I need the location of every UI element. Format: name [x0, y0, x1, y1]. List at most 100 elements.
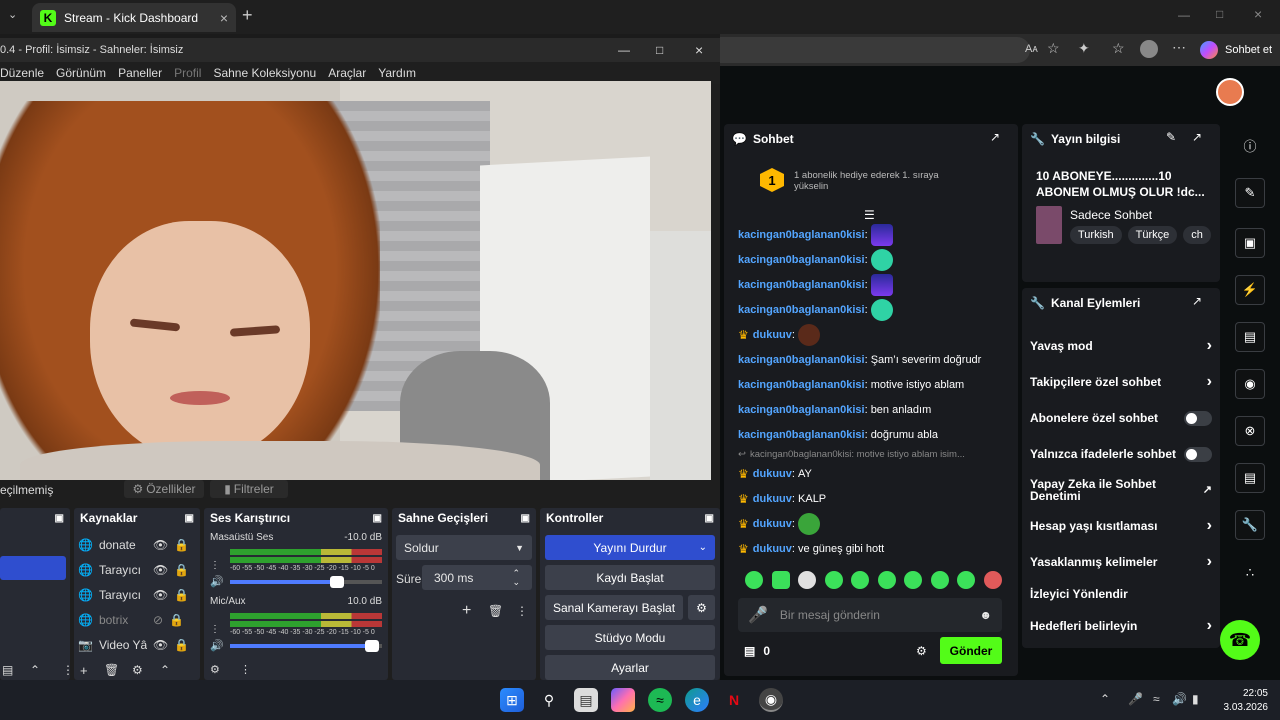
visibility-eye-icon[interactable]: 👁 — [153, 563, 168, 577]
close-window-icon[interactable]: × — [695, 42, 703, 58]
channel-points[interactable]: ▤ 0 — [744, 644, 770, 658]
menu-help[interactable]: Yardım — [378, 66, 416, 80]
popout-icon[interactable]: ↗ — [1192, 294, 1202, 308]
stop-stream-button[interactable]: Yayını Durdur ⌄ — [545, 535, 715, 560]
chat-username[interactable]: kacingan0baglanan0kisi — [738, 379, 865, 391]
add-source-icon[interactable]: + — [80, 663, 88, 678]
move-up-icon[interactable]: ⌃ — [30, 663, 40, 677]
more-menu-icon[interactable]: ⋮ — [210, 624, 220, 635]
mic-icon[interactable]: 🎤 — [748, 605, 768, 625]
broadcast-icon[interactable]: ⊗ — [1235, 416, 1265, 446]
favorite-star-icon[interactable]: ☆ — [1047, 40, 1060, 57]
add-transition-icon[interactable]: + — [462, 602, 471, 620]
chat-username[interactable]: kacingan0baglanan0kisi — [738, 429, 865, 441]
spotify-icon[interactable]: ≈ — [648, 688, 672, 712]
scene-list-icon[interactable]: ▤ — [2, 663, 13, 677]
emote-icon[interactable] — [745, 571, 763, 589]
action-followers-only[interactable]: Takipçilere özel sohbet › — [1022, 364, 1220, 400]
minimize-icon[interactable]: — — [1178, 8, 1190, 22]
send-button[interactable]: Gönder — [940, 637, 1002, 664]
emoji-icon[interactable]: ☻ — [979, 608, 992, 622]
read-aloud-icon[interactable]: Aᴀ — [1025, 43, 1038, 55]
chat-username[interactable]: kacingan0baglanan0kisi — [738, 404, 865, 416]
chat-username[interactable]: kacingan0baglanan0kisi — [738, 254, 865, 266]
emote-icon[interactable] — [904, 571, 923, 589]
hidden-eye-icon[interactable]: ⊘ — [153, 613, 163, 627]
action-banned-words[interactable]: Yasaklanmış kelimeler › — [1022, 544, 1220, 580]
chat-settings-icon[interactable]: ⚙ — [916, 644, 927, 658]
dock-float-icon[interactable]: ▣ — [705, 513, 714, 524]
duration-input[interactable]: 300 ms ⌃ ⌄ — [422, 565, 532, 590]
edit-pencil-icon[interactable]: ✎ — [1166, 130, 1176, 144]
filters-button[interactable]: ▮ Filtreler — [210, 480, 288, 498]
lock-icon[interactable]: 🔒 — [174, 563, 189, 577]
visibility-eye-icon[interactable]: 👁 — [153, 638, 168, 652]
properties-button[interactable]: ⚙ Özellikler — [124, 480, 204, 498]
trash-icon[interactable]: 🗑 — [104, 663, 119, 677]
action-account-age[interactable]: Hesap yaşı kısıtlaması › — [1022, 508, 1220, 544]
emotes-only-toggle[interactable] — [1184, 446, 1212, 462]
dock-float-icon[interactable]: ▣ — [55, 513, 64, 524]
transition-select[interactable]: Soldur ▼ — [396, 535, 532, 560]
obs-icon[interactable]: ◉ — [759, 688, 783, 712]
chat-username[interactable]: kacingan0baglanan0kisi — [738, 229, 865, 241]
source-item[interactable]: 📷 Video Yâ 👁 🔒 — [74, 632, 200, 657]
tag[interactable]: ch — [1183, 226, 1211, 244]
more-menu-icon[interactable]: ⋮ — [210, 560, 220, 571]
category-name[interactable]: Sadece Sohbet — [1070, 208, 1152, 222]
more-menu-icon[interactable]: ⋮ — [516, 604, 528, 618]
chat-username[interactable]: kacingan0baglanan0kisi — [738, 304, 865, 316]
tray-chevron-icon[interactable]: ⌃ — [1100, 692, 1110, 706]
chat-username[interactable]: kacingan0baglanan0kisi — [738, 279, 865, 291]
screenshot-icon[interactable]: ▣ — [1235, 228, 1265, 258]
emote-icon[interactable] — [877, 571, 896, 589]
popout-icon[interactable]: ↗ — [990, 130, 1000, 144]
action-subscribers-only[interactable]: Abonelere özel sohbet — [1022, 400, 1220, 436]
dock-float-icon[interactable]: ▣ — [373, 513, 382, 524]
chat-username[interactable]: dukuuv — [753, 329, 792, 341]
chat-username[interactable]: dukuuv — [753, 518, 792, 530]
mixer-settings-icon[interactable]: ⚙ — [210, 663, 220, 676]
menu-profile[interactable]: Profil — [174, 66, 201, 80]
menu-docks[interactable]: Paneller — [118, 66, 162, 80]
edge-icon[interactable]: e — [685, 688, 709, 712]
video-preview[interactable] — [0, 81, 711, 481]
chat-input[interactable]: 🎤 Bir mesaj gönderin ☻ — [738, 598, 1002, 632]
emote-icon[interactable] — [930, 571, 949, 589]
emote-icon[interactable] — [851, 571, 870, 589]
lightning-icon[interactable]: ⚡ — [1235, 275, 1265, 305]
start-menu-icon[interactable]: ⊞ — [500, 688, 524, 712]
volume-knob[interactable] — [329, 575, 344, 588]
visibility-eye-icon[interactable]: 👁 — [153, 538, 168, 552]
speaker-icon[interactable]: 🔊 — [210, 639, 224, 652]
support-headset-icon[interactable]: ☎ — [1220, 620, 1260, 660]
more-menu-icon[interactable]: ⋮ — [62, 663, 74, 677]
battery-icon[interactable]: ▮ — [1192, 692, 1199, 706]
tag[interactable]: Turkish — [1070, 226, 1122, 244]
netflix-icon[interactable]: N — [722, 688, 746, 712]
notes-icon[interactable]: ▤ — [1235, 322, 1265, 352]
search-icon[interactable]: ⚲ — [537, 688, 561, 712]
apps-icon[interactable]: ∴ — [1235, 558, 1265, 588]
edit-pencil-icon[interactable]: ✎ — [1235, 178, 1265, 208]
maximize-icon[interactable]: □ — [1216, 7, 1223, 21]
virtual-camera-button[interactable]: Sanal Kamerayı Başlat — [545, 595, 683, 620]
volume-icon[interactable]: 🔊 — [1172, 692, 1187, 706]
favorites-icon[interactable]: ☆ — [1112, 40, 1125, 57]
source-item[interactable]: 🌐 botrix ⊘ 🔒 — [74, 607, 200, 632]
menu-scene-collection[interactable]: Sahne Koleksiyonu — [213, 66, 316, 80]
action-host[interactable]: İzleyici Yönlendir — [1022, 580, 1220, 608]
speaker-icon[interactable]: 🔊 — [210, 575, 224, 588]
settings-button[interactable]: Ayarlar — [545, 655, 715, 680]
chat-username[interactable]: dukuuv — [753, 493, 792, 505]
action-slow-mode[interactable]: Yavaş mod › — [1022, 328, 1220, 364]
emote-icon[interactable] — [798, 571, 817, 589]
virtual-camera-settings-icon[interactable]: ⚙ — [688, 595, 715, 620]
chat-bubble-icon[interactable]: ◉ — [1235, 369, 1265, 399]
clock[interactable]: 22:05 3.03.2026 — [1218, 687, 1269, 715]
trash-icon[interactable]: 🗑 — [488, 604, 503, 618]
lock-icon[interactable]: 🔒 — [174, 538, 189, 552]
pin-icon[interactable]: ☰ — [864, 208, 875, 222]
popout-icon[interactable]: ↗ — [1192, 130, 1202, 144]
menu-view[interactable]: Görünüm — [56, 66, 106, 80]
